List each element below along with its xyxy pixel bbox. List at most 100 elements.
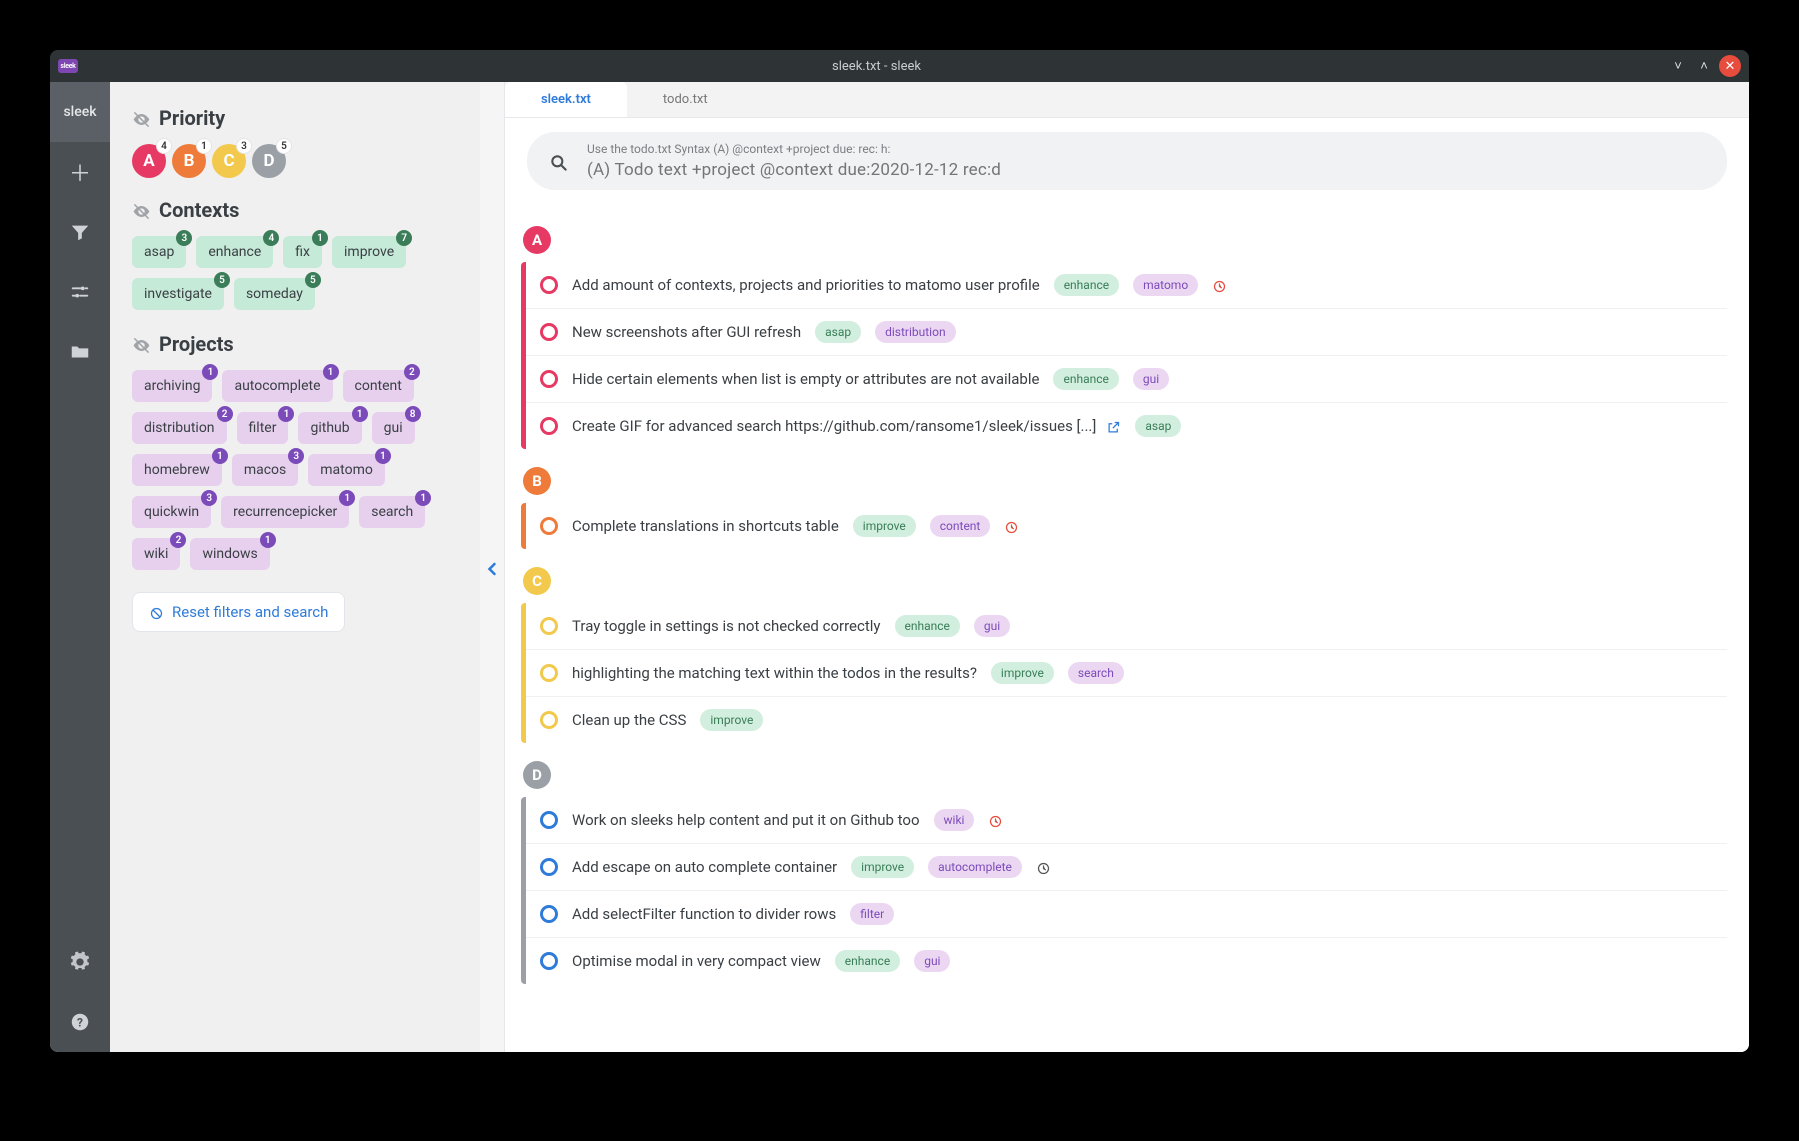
- priority-chip-B[interactable]: B1: [172, 144, 206, 178]
- due-icon: [1212, 276, 1227, 294]
- tab-sleek-txt[interactable]: sleek.txt: [505, 82, 627, 117]
- todo-checkbox[interactable]: [540, 617, 558, 635]
- files-button[interactable]: [50, 322, 110, 382]
- todo-item[interactable]: Hide certain elements when list is empty…: [526, 356, 1727, 403]
- context-filter-fix[interactable]: fix1: [283, 236, 322, 268]
- context-pill[interactable]: enhance: [895, 615, 960, 637]
- count-badge: 1: [375, 448, 391, 464]
- project-filter-archiving[interactable]: archiving1: [132, 370, 212, 402]
- search-input[interactable]: [587, 156, 1705, 180]
- project-filter-github[interactable]: github1: [298, 412, 361, 444]
- todo-item[interactable]: Optimise modal in very compact viewenhan…: [526, 938, 1727, 984]
- add-todo-button[interactable]: ＋: [50, 142, 110, 202]
- context-pill[interactable]: asap: [815, 321, 861, 343]
- todo-checkbox[interactable]: [540, 370, 558, 388]
- todo-checkbox[interactable]: [540, 711, 558, 729]
- maximize-button[interactable]: ˄: [1693, 55, 1715, 77]
- todo-item[interactable]: Add amount of contexts, projects and pri…: [526, 262, 1727, 309]
- project-filter-wiki[interactable]: wiki2: [132, 538, 180, 570]
- project-filter-homebrew[interactable]: homebrew1: [132, 454, 222, 486]
- todo-checkbox[interactable]: [540, 858, 558, 876]
- todo-item[interactable]: Add escape on auto complete containerimp…: [526, 844, 1727, 891]
- todo-checkbox[interactable]: [540, 517, 558, 535]
- todo-item[interactable]: New screenshots after GUI refreshasapdis…: [526, 309, 1727, 356]
- context-pill[interactable]: improve: [853, 515, 916, 537]
- settings-button[interactable]: [50, 932, 110, 992]
- project-pill[interactable]: gui: [1133, 368, 1169, 390]
- count-badge: 1: [260, 532, 276, 548]
- context-pill[interactable]: improve: [991, 662, 1054, 684]
- project-pill[interactable]: matomo: [1133, 274, 1198, 296]
- project-filter-search[interactable]: search1: [359, 496, 425, 528]
- context-pill[interactable]: enhance: [835, 950, 900, 972]
- todo-checkbox[interactable]: [540, 952, 558, 970]
- count-badge: 1: [415, 490, 431, 506]
- todo-item[interactable]: Create GIF for advanced search https://g…: [526, 403, 1727, 449]
- view-settings-button[interactable]: [50, 262, 110, 322]
- project-pill[interactable]: filter: [850, 903, 894, 925]
- project-pill[interactable]: gui: [914, 950, 950, 972]
- filter-button[interactable]: [50, 202, 110, 262]
- project-filter-filter[interactable]: filter1: [237, 412, 289, 444]
- project-filter-recurrencepicker[interactable]: recurrencepicker1: [221, 496, 349, 528]
- priority-chip-A[interactable]: A4: [132, 144, 166, 178]
- eye-off-icon[interactable]: [132, 107, 151, 130]
- brand-label: sleek: [50, 82, 110, 142]
- project-pill[interactable]: autocomplete: [928, 856, 1022, 878]
- reset-filters-button[interactable]: Reset filters and search: [132, 592, 345, 632]
- external-link-icon[interactable]: [1106, 417, 1121, 435]
- project-pill[interactable]: wiki: [934, 809, 975, 831]
- context-pill[interactable]: improve: [851, 856, 914, 878]
- tab-todo-txt[interactable]: todo.txt: [627, 82, 744, 117]
- close-button[interactable]: ✕: [1719, 55, 1741, 77]
- project-filter-autocomplete[interactable]: autocomplete1: [222, 370, 332, 402]
- context-pill[interactable]: enhance: [1054, 274, 1119, 296]
- help-button[interactable]: ?: [50, 992, 110, 1052]
- project-filter-macos[interactable]: macos3: [232, 454, 298, 486]
- context-filter-enhance[interactable]: enhance4: [196, 236, 273, 268]
- project-filter-matomo[interactable]: matomo1: [308, 454, 385, 486]
- minimize-button[interactable]: ˅: [1667, 55, 1689, 77]
- context-pill[interactable]: asap: [1135, 415, 1181, 437]
- todo-item[interactable]: Add selectFilter function to divider row…: [526, 891, 1727, 938]
- collapse-sidebar-button[interactable]: [482, 555, 502, 579]
- eye-off-icon[interactable]: [132, 199, 151, 222]
- project-filter-distribution[interactable]: distribution2: [132, 412, 227, 444]
- priority-chip-C[interactable]: C3: [212, 144, 246, 178]
- project-pill[interactable]: search: [1068, 662, 1124, 684]
- todo-item[interactable]: Clean up the CSSimprove: [526, 697, 1727, 743]
- context-pill[interactable]: improve: [700, 709, 763, 731]
- todo-group-A: Add amount of contexts, projects and pri…: [521, 262, 1727, 449]
- projects-title: Projects: [159, 332, 234, 356]
- project-pill[interactable]: gui: [974, 615, 1010, 637]
- project-filter-content[interactable]: content2: [343, 370, 414, 402]
- context-filter-improve[interactable]: improve7: [332, 236, 406, 268]
- todo-checkbox[interactable]: [540, 905, 558, 923]
- count-badge: 7: [396, 230, 412, 246]
- project-pill[interactable]: content: [930, 515, 991, 537]
- eye-off-icon[interactable]: [132, 333, 151, 356]
- todo-checkbox[interactable]: [540, 664, 558, 682]
- priority-count-badge: 5: [276, 138, 292, 154]
- project-filter-quickwin[interactable]: quickwin3: [132, 496, 211, 528]
- project-filter-gui[interactable]: gui8: [372, 412, 415, 444]
- project-filter-windows[interactable]: windows1: [190, 538, 269, 570]
- context-filter-investigate[interactable]: investigate5: [132, 278, 224, 310]
- project-pill[interactable]: distribution: [875, 321, 955, 343]
- todo-checkbox[interactable]: [540, 811, 558, 829]
- todo-checkbox[interactable]: [540, 323, 558, 341]
- todo-checkbox[interactable]: [540, 276, 558, 294]
- ban-icon: [149, 603, 164, 621]
- count-badge: 1: [202, 364, 218, 380]
- context-filter-asap[interactable]: asap3: [132, 236, 186, 268]
- context-filter-someday[interactable]: someday5: [234, 278, 315, 310]
- todo-item[interactable]: Tray toggle in settings is not checked c…: [526, 603, 1727, 650]
- todo-item[interactable]: Work on sleeks help content and put it o…: [526, 797, 1727, 844]
- folder-icon: [69, 341, 91, 363]
- priority-chip-D[interactable]: D5: [252, 144, 286, 178]
- todo-item[interactable]: Complete translations in shortcuts table…: [526, 503, 1727, 549]
- context-pill[interactable]: enhance: [1053, 368, 1118, 390]
- sliders-icon: [69, 281, 91, 303]
- todo-checkbox[interactable]: [540, 417, 558, 435]
- todo-item[interactable]: highlighting the matching text within th…: [526, 650, 1727, 697]
